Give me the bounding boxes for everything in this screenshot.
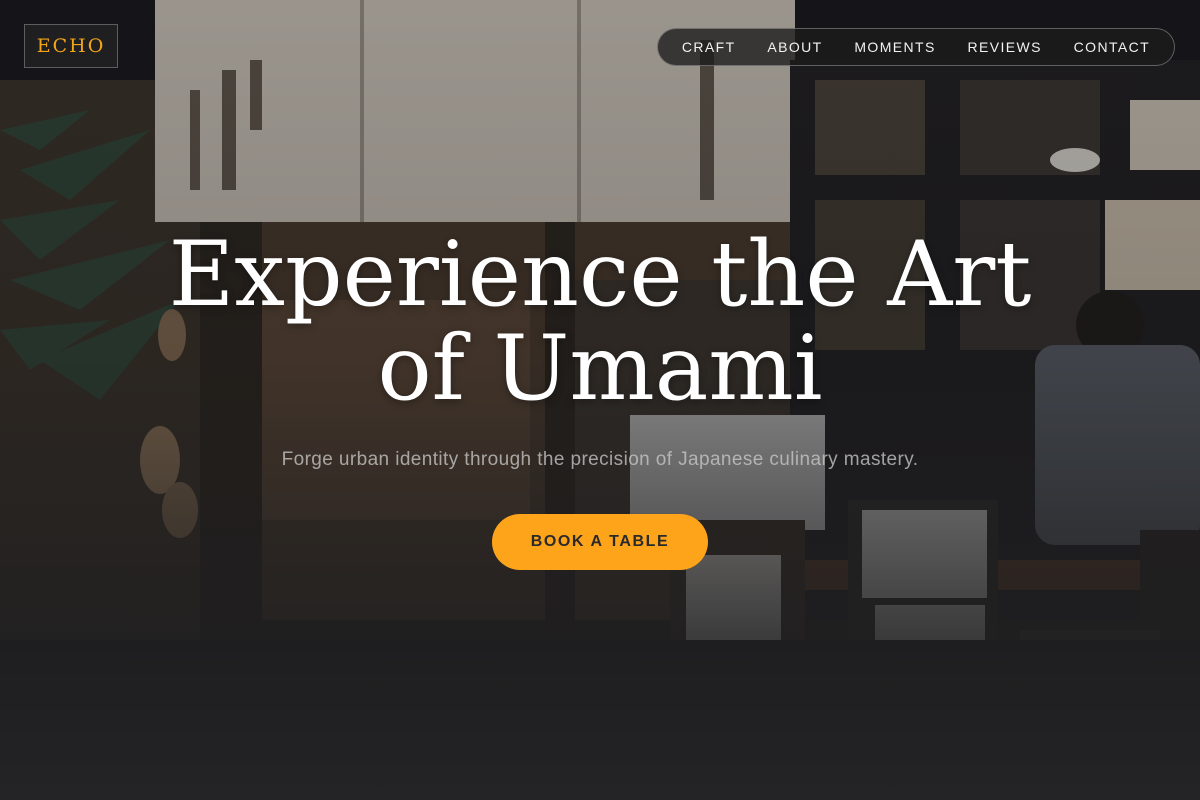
hero-headline: Experience the Art of Umami <box>0 228 1200 416</box>
nav-link-craft[interactable]: CRAFT <box>682 39 736 55</box>
hero-subheadline: Forge urban identity through the precisi… <box>281 449 919 470</box>
hero-headline-line-2: of Umami <box>377 316 823 421</box>
hero-headline-line-1: Experience the Art <box>168 222 1032 327</box>
nav-link-about[interactable]: ABOUT <box>767 39 822 55</box>
nav-link-reviews[interactable]: REVIEWS <box>968 39 1042 55</box>
nav-link-moments[interactable]: MOMENTS <box>854 39 935 55</box>
main-navigation: CRAFT ABOUT MOMENTS REVIEWS CONTACT <box>657 28 1175 66</box>
hero-section: ECHO CRAFT ABOUT MOMENTS REVIEWS CONTACT… <box>0 0 1200 800</box>
brand-logo[interactable]: ECHO <box>24 24 118 68</box>
nav-link-contact[interactable]: CONTACT <box>1074 39 1150 55</box>
book-a-table-button[interactable]: BOOK A TABLE <box>492 514 708 570</box>
